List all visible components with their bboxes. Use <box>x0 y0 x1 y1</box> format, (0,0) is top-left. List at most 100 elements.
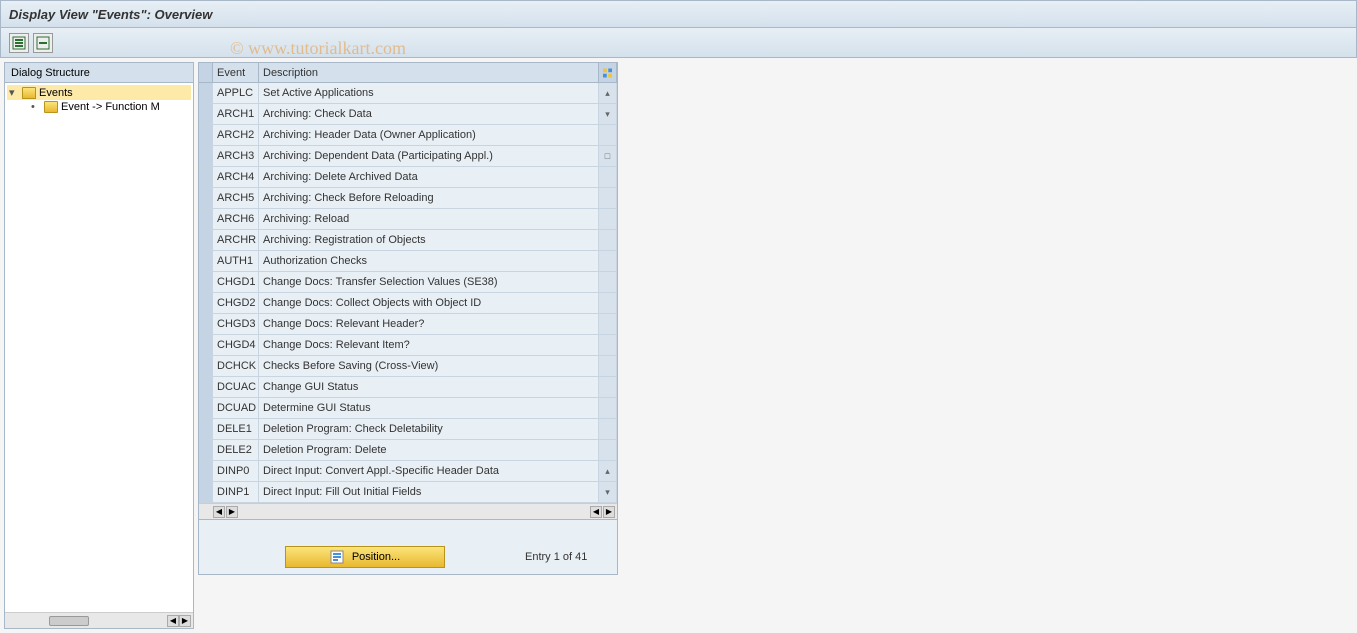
vertical-scroll-cell[interactable]: ▾ <box>599 104 617 124</box>
row-selector[interactable] <box>199 83 213 103</box>
vertical-scroll-cell[interactable] <box>599 293 617 313</box>
table-row[interactable]: CHGD3Change Docs: Relevant Header? <box>199 314 617 335</box>
table-row[interactable]: DELE1Deletion Program: Check Deletabilit… <box>199 419 617 440</box>
scroll-left-icon[interactable]: ◀ <box>167 615 179 627</box>
page-title: Display View "Events": Overview <box>9 7 212 22</box>
table-row[interactable]: DINP1Direct Input: Fill Out Initial Fiel… <box>199 482 617 503</box>
toolbar-expand-all-button[interactable] <box>9 33 29 53</box>
cell-event: DCUAC <box>213 377 259 397</box>
row-selector[interactable] <box>199 398 213 418</box>
vertical-scroll-cell[interactable] <box>599 440 617 460</box>
row-selector[interactable] <box>199 125 213 145</box>
vertical-scroll-cell[interactable] <box>599 398 617 418</box>
row-selector[interactable] <box>199 377 213 397</box>
tree-item-label: Events <box>39 87 73 99</box>
scroll-right-icon[interactable]: ▶ <box>603 506 615 518</box>
vertical-scroll-cell[interactable] <box>599 125 617 145</box>
vertical-scroll-cell[interactable] <box>599 230 617 250</box>
vertical-scroll-cell[interactable] <box>599 419 617 439</box>
cell-event: DCUAD <box>213 398 259 418</box>
tree-item-label: Event -> Function M <box>61 101 160 113</box>
tree-item-events[interactable]: ▾ Events <box>7 85 191 100</box>
table-row[interactable]: ARCHRArchiving: Registration of Objects <box>199 230 617 251</box>
table-row[interactable]: AUTH1Authorization Checks <box>199 251 617 272</box>
toolbar-collapse-all-button[interactable] <box>33 33 53 53</box>
vertical-scroll-cell[interactable] <box>599 188 617 208</box>
table-horizontal-scrollbar[interactable]: ◀ ▶ ◀ ▶ <box>199 503 617 519</box>
scroll-thumb[interactable] <box>49 616 89 626</box>
cell-event: ARCH3 <box>213 146 259 166</box>
vertical-scroll-cell[interactable] <box>599 377 617 397</box>
row-selector[interactable] <box>199 209 213 229</box>
table-row[interactable]: ARCH4Archiving: Delete Archived Data <box>199 167 617 188</box>
tree-horizontal-scrollbar[interactable]: ◀ ▶ <box>5 612 193 628</box>
vertical-scroll-cell[interactable] <box>599 167 617 187</box>
row-selector[interactable] <box>199 230 213 250</box>
tree-item-event-function[interactable]: • Event -> Function M <box>7 100 191 114</box>
cell-description: Archiving: Header Data (Owner Applicatio… <box>259 125 599 145</box>
table-row[interactable]: ARCH5Archiving: Check Before Reloading <box>199 188 617 209</box>
row-selector[interactable] <box>199 146 213 166</box>
table-row[interactable]: APPLCSet Active Applications▴ <box>199 83 617 104</box>
vertical-scroll-cell[interactable]: ▴ <box>599 461 617 481</box>
scroll-right-icon[interactable]: ▶ <box>179 615 191 627</box>
row-selector[interactable] <box>199 251 213 271</box>
cell-event: APPLC <box>213 83 259 103</box>
table-row[interactable]: ARCH3Archiving: Dependent Data (Particip… <box>199 146 617 167</box>
row-selector[interactable] <box>199 440 213 460</box>
scroll-left-icon[interactable]: ◀ <box>590 506 602 518</box>
row-selector[interactable] <box>199 356 213 376</box>
vertical-scroll-cell[interactable] <box>599 335 617 355</box>
position-button[interactable]: Position... <box>285 546 445 568</box>
row-selector[interactable] <box>199 272 213 292</box>
table-row[interactable]: CHGD2Change Docs: Collect Objects with O… <box>199 293 617 314</box>
row-selector[interactable] <box>199 461 213 481</box>
table-row[interactable]: CHGD4Change Docs: Relevant Item? <box>199 335 617 356</box>
vertical-scroll-cell[interactable]: ▾ <box>599 482 617 502</box>
table-row[interactable]: DCHCKChecks Before Saving (Cross-View) <box>199 356 617 377</box>
column-header-selector[interactable] <box>199 63 213 82</box>
row-selector[interactable] <box>199 293 213 313</box>
row-selector[interactable] <box>199 188 213 208</box>
vertical-scroll-cell[interactable] <box>599 356 617 376</box>
column-header-description[interactable]: Description <box>259 63 599 82</box>
row-selector[interactable] <box>199 335 213 355</box>
cell-description: Set Active Applications <box>259 83 599 103</box>
table-row[interactable]: DCUADDetermine GUI Status <box>199 398 617 419</box>
table-settings-button[interactable] <box>599 63 617 82</box>
vertical-scroll-cell[interactable] <box>599 209 617 229</box>
scroll-left-icon[interactable]: ◀ <box>213 506 225 518</box>
cell-description: Deletion Program: Delete <box>259 440 599 460</box>
table-row[interactable]: DELE2Deletion Program: Delete <box>199 440 617 461</box>
cell-event: DELE1 <box>213 419 259 439</box>
table-container: Event Description APPLCSet Active Applic… <box>198 62 618 520</box>
vertical-scroll-cell[interactable]: ▴ <box>599 83 617 103</box>
table-row[interactable]: ARCH1Archiving: Check Data▾ <box>199 104 617 125</box>
row-selector[interactable] <box>199 419 213 439</box>
table-header-row: Event Description <box>199 63 617 83</box>
tree-toggle-icon[interactable]: ▾ <box>9 86 19 99</box>
cell-description: Change GUI Status <box>259 377 599 397</box>
bottom-bar: Position... Entry 1 of 41 <box>205 526 611 568</box>
scroll-track[interactable] <box>9 616 165 626</box>
vertical-scroll-cell[interactable] <box>599 272 617 292</box>
cell-description: Archiving: Reload <box>259 209 599 229</box>
folder-open-icon <box>22 87 36 99</box>
column-header-event[interactable]: Event <box>213 63 259 82</box>
scroll-right-icon[interactable]: ▶ <box>226 506 238 518</box>
table-row[interactable]: DCUACChange GUI Status <box>199 377 617 398</box>
vertical-scroll-cell[interactable] <box>599 251 617 271</box>
cell-event: DINP0 <box>213 461 259 481</box>
row-selector[interactable] <box>199 167 213 187</box>
row-selector[interactable] <box>199 482 213 502</box>
cell-description: Authorization Checks <box>259 251 599 271</box>
vertical-scroll-cell[interactable] <box>599 314 617 334</box>
vertical-scroll-cell[interactable]: □ <box>599 146 617 166</box>
table-row[interactable]: ARCH6Archiving: Reload <box>199 209 617 230</box>
table-row[interactable]: ARCH2Archiving: Header Data (Owner Appli… <box>199 125 617 146</box>
table-row[interactable]: CHGD1Change Docs: Transfer Selection Val… <box>199 272 617 293</box>
table-row[interactable]: DINP0Direct Input: Convert Appl.-Specifi… <box>199 461 617 482</box>
cell-description: Archiving: Delete Archived Data <box>259 167 599 187</box>
row-selector[interactable] <box>199 314 213 334</box>
row-selector[interactable] <box>199 104 213 124</box>
